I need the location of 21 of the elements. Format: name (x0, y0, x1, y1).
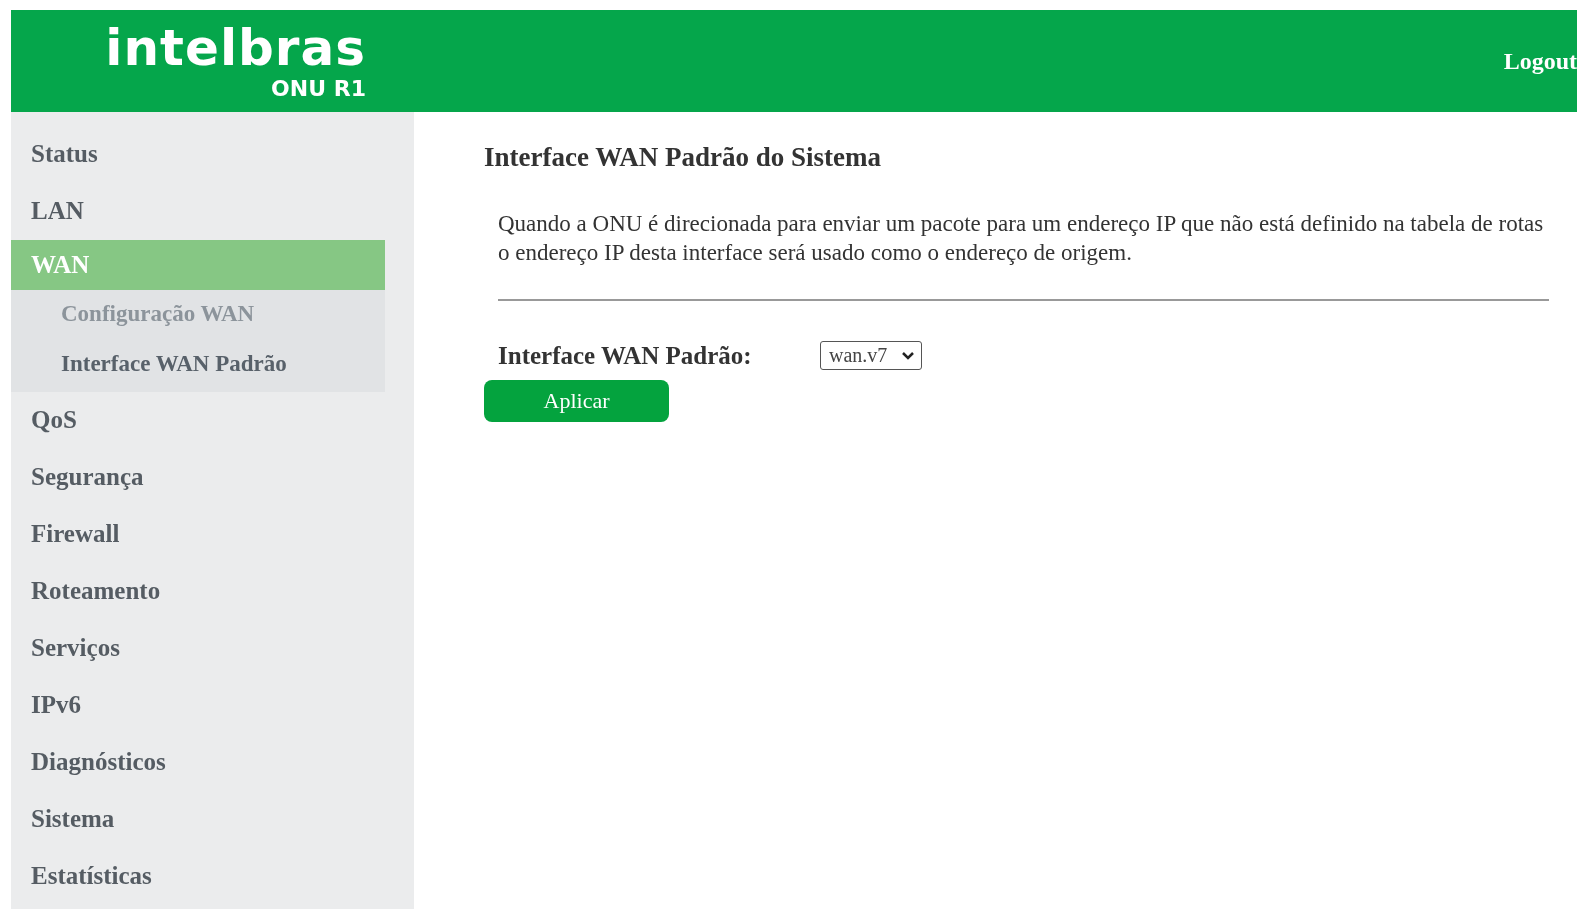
interface-dropdown[interactable]: wan.v7 (820, 341, 923, 370)
submenu-item[interactable]: Interface WAN Padrão (11, 340, 385, 390)
sidebar-item[interactable]: Segurança (11, 449, 385, 506)
apply-button[interactable]: Aplicar (484, 380, 669, 422)
logout-link[interactable]: Logout (1503, 47, 1577, 75)
sidebar-item[interactable]: Roteamento (11, 563, 385, 620)
page-title: Interface WAN Padrão do Sistema (484, 142, 882, 173)
sidebar-item[interactable]: Serviços (11, 620, 385, 677)
sidebar-item[interactable]: Diagnósticos (11, 734, 385, 791)
sidebar-item[interactable]: IPv6 (11, 677, 385, 734)
model-name: ONU R1 (271, 76, 366, 102)
sidebar-item[interactable]: QoS (11, 392, 385, 449)
sidebar-item[interactable]: Sistema (11, 791, 385, 848)
sidebar-item[interactable]: Status (11, 126, 385, 183)
field-label: Interface WAN Padrão: (498, 341, 753, 370)
sidebar-item[interactable]: Estatísticas (11, 848, 385, 905)
description-text: Quando a ONU é direcionada para enviar um pacote para um endereço IP que não está definido na tabela de rotas o endereço IP desta interface será usado como o endereço de origem. (498, 210, 1545, 267)
brand-logo: intelbras (105, 20, 366, 76)
caret-icon (901, 350, 916, 361)
sidebar-item[interactable]: LAN (11, 183, 385, 240)
sidebar-item[interactable]: Firewall (11, 506, 385, 563)
